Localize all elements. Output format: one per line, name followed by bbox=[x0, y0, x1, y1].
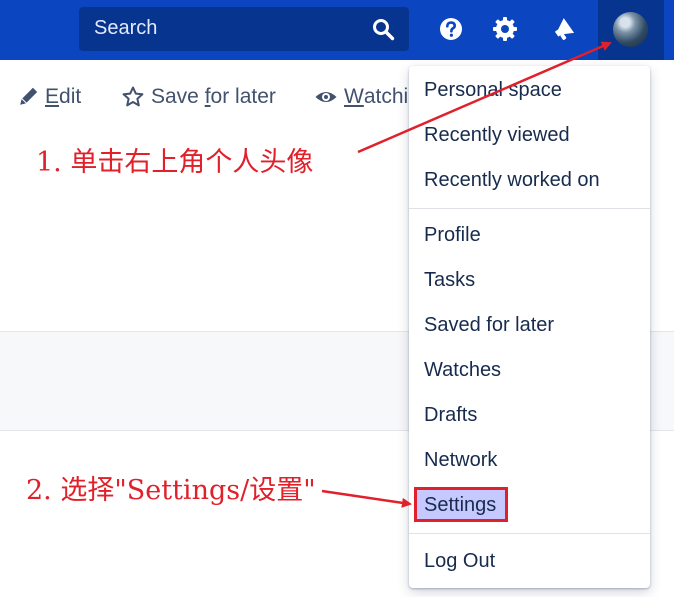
menu-item-watches[interactable]: Watches bbox=[424, 359, 501, 382]
notifications-megaphone-icon[interactable] bbox=[549, 14, 579, 44]
menu-divider bbox=[409, 208, 650, 209]
menu-item-recently-worked-on[interactable]: Recently worked on bbox=[424, 169, 600, 192]
watching-button[interactable]: Watchin bbox=[314, 85, 420, 109]
user-dropdown-menu: Personal space Recently viewed Recently … bbox=[409, 66, 650, 588]
user-avatar-button[interactable] bbox=[598, 0, 664, 60]
edit-button[interactable]: Edit bbox=[17, 85, 81, 109]
search-box[interactable]: Search bbox=[79, 7, 409, 51]
help-icon[interactable] bbox=[436, 14, 466, 44]
save-label-rest: or later bbox=[210, 85, 276, 108]
menu-divider bbox=[409, 533, 650, 534]
search-icon[interactable] bbox=[371, 17, 395, 41]
edit-mnemonic: E bbox=[45, 85, 60, 108]
save-for-later-button[interactable]: Save f or later bbox=[121, 85, 276, 109]
menu-item-tasks[interactable]: Tasks bbox=[424, 269, 475, 292]
top-navigation-bar: Search bbox=[0, 0, 674, 60]
search-placeholder: Search bbox=[94, 17, 158, 39]
menu-item-network[interactable]: Network bbox=[424, 449, 497, 472]
menu-item-log-out[interactable]: Log Out bbox=[424, 550, 495, 573]
eye-icon bbox=[315, 92, 337, 102]
annotation-step-2: 2. 选择"Settings/设置" bbox=[26, 475, 316, 506]
menu-item-settings[interactable]: Settings bbox=[424, 494, 496, 517]
annotation-step-1: 1. 单击右上角个人头像 bbox=[36, 147, 314, 178]
arrow-to-settings bbox=[321, 489, 412, 508]
pencil-icon bbox=[20, 87, 38, 105]
watching-mnemonic: W bbox=[344, 85, 364, 108]
edit-label: dit bbox=[59, 85, 82, 108]
save-label-pre: Save bbox=[151, 85, 205, 108]
menu-item-drafts[interactable]: Drafts bbox=[424, 404, 477, 427]
menu-item-recently-viewed[interactable]: Recently viewed bbox=[424, 124, 570, 147]
menu-item-saved-for-later[interactable]: Saved for later bbox=[424, 314, 554, 337]
star-icon bbox=[122, 86, 144, 107]
settings-gear-icon[interactable] bbox=[490, 14, 520, 44]
menu-item-personal-space[interactable]: Personal space bbox=[424, 79, 562, 102]
menu-item-profile[interactable]: Profile bbox=[424, 224, 481, 247]
avatar[interactable] bbox=[613, 12, 648, 47]
